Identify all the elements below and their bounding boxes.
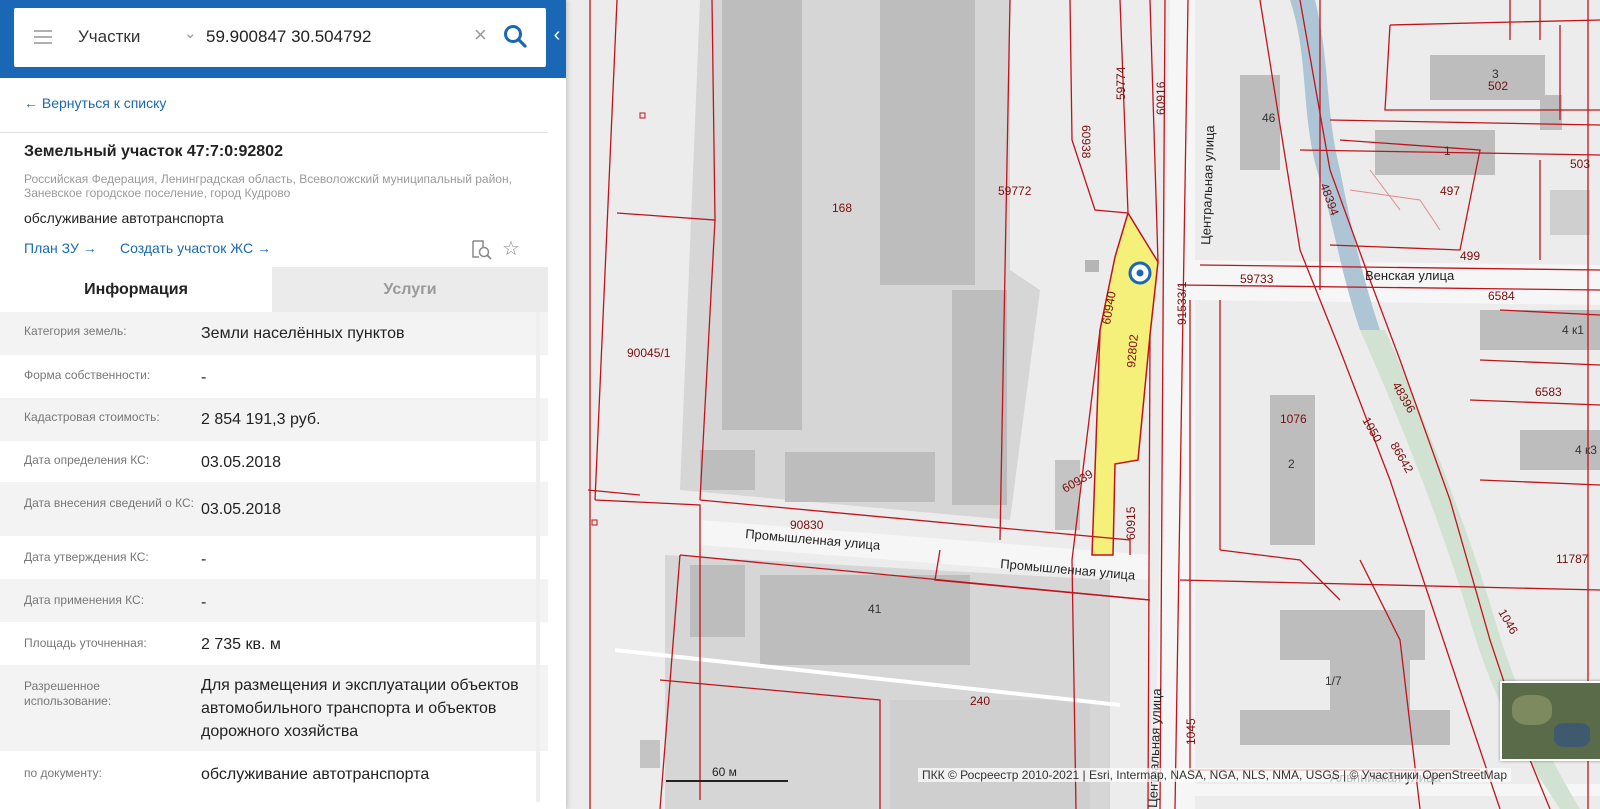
info-row-key: Дата утверждения КС:	[24, 550, 149, 564]
info-row-key: по документу:	[24, 766, 102, 780]
info-row: Дата утверждения КС: -	[0, 536, 548, 579]
info-row-value: Для размещения и эксплуатации объектов а…	[201, 677, 519, 740]
info-row: Кадастровая стоимость: 2 854 191,3 руб.	[0, 398, 548, 441]
search-icon[interactable]	[502, 23, 528, 49]
info-row: Разрешенное использование: Для размещени…	[0, 665, 548, 751]
star-icon[interactable]: ☆	[502, 236, 520, 261]
tab-services[interactable]: Услуги	[272, 267, 548, 312]
search-header: Участки ⌄ 59.900847 30.504792 × ‹	[0, 0, 566, 78]
info-row-value: -	[201, 369, 207, 386]
info-row-key: Разрешенное использование:	[24, 679, 112, 708]
info-row-key: Площадь уточненная:	[24, 636, 147, 650]
plan-link[interactable]: План ЗУ →	[24, 240, 97, 256]
basemap-switcher[interactable]	[1500, 681, 1600, 761]
info-panel: Участки ⌄ 59.900847 30.504792 × ‹ ← Верн…	[0, 0, 566, 809]
info-row-key: Дата применения КС:	[24, 593, 145, 607]
create-parcel-link[interactable]: Создать участок ЖС →	[120, 240, 271, 256]
info-row-key: Кадастровая стоимость:	[24, 410, 160, 424]
scrollbar[interactable]	[536, 312, 540, 802]
info-row-value: 03.05.2018	[201, 454, 282, 471]
map-attribution: ПКК © Росреестр 2010-2021 | Esri, Interm…	[918, 768, 1512, 782]
info-row-key: Дата внесения сведений о КС:	[24, 496, 194, 510]
info-row-value: 2 854 191,3 руб.	[201, 411, 321, 428]
info-row: Форма собственности: -	[0, 355, 548, 398]
back-to-list-link[interactable]: ← Вернуться к списку	[24, 95, 166, 111]
info-row-key: Категория земель:	[24, 324, 127, 338]
clear-icon[interactable]: ×	[474, 22, 487, 48]
info-row-value: 2 735 кв. м	[201, 636, 281, 653]
page-title: Земельный участок 47:7:0:92802	[24, 143, 283, 160]
info-row-key: Форма собственности:	[24, 368, 151, 382]
info-row: Дата внесения сведений о КС: 03.05.2018	[0, 482, 548, 536]
info-row-value: Земли населённых пунктов	[201, 325, 405, 342]
tabs: Информация Услуги	[0, 267, 548, 312]
tab-information[interactable]: Информация	[0, 267, 272, 312]
divider	[0, 132, 548, 133]
info-row: Площадь уточненная: 2 735 кв. м	[0, 622, 548, 665]
collapse-panel-icon[interactable]: ‹	[548, 24, 566, 54]
parcel-address: Российская Федерация, Ленинградская обла…	[24, 172, 512, 200]
info-row: Категория земель: Земли населённых пункт…	[0, 312, 548, 355]
info-row-value: 03.05.2018	[201, 501, 282, 518]
info-row-value: -	[201, 594, 207, 611]
info-row-value: обслуживание автотранспорта	[201, 766, 430, 783]
info-row: Дата применения КС: -	[0, 579, 548, 622]
info-row-key: Дата определения КС:	[24, 453, 150, 467]
parcel-purpose: обслуживание автотранспорта	[24, 210, 224, 226]
info-row: по документу: обслуживание автотранспорт…	[0, 751, 548, 801]
search-input[interactable]: 59.900847 30.504792	[206, 27, 371, 47]
info-row: Дата определения КС: 03.05.2018	[0, 441, 548, 482]
menu-icon[interactable]	[34, 30, 52, 44]
search-box: Участки ⌄ 59.900847 30.504792 ×	[14, 8, 546, 67]
chevron-down-icon[interactable]: ⌄	[184, 24, 197, 42]
zoom-to-parcel-icon[interactable]	[470, 238, 492, 260]
scale-label: 60 м	[712, 765, 737, 779]
scale-bar	[666, 780, 788, 786]
search-type-select[interactable]: Участки	[78, 27, 140, 47]
info-row-value: -	[201, 551, 207, 568]
